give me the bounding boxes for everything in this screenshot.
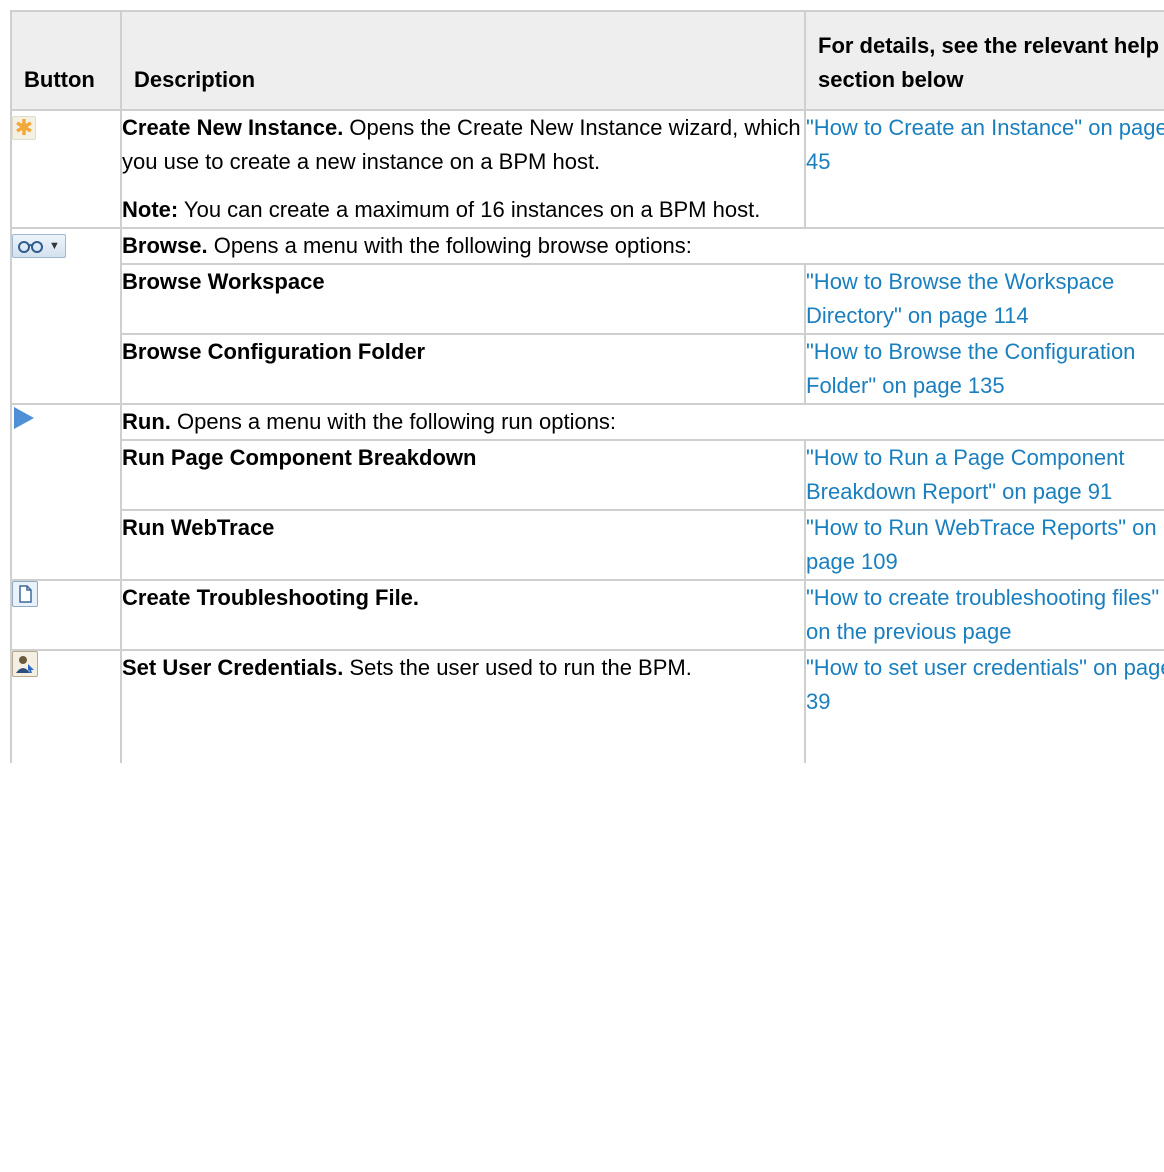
description-cell: Run. Opens a menu with the following run… [120, 403, 1164, 441]
link-browse-configuration[interactable]: "How to Browse the Configuration Folder"… [806, 339, 1135, 398]
table-row-run-breakdown: Run Page Component Breakdown "How to Run… [11, 439, 1164, 511]
table-row-run: Run. Opens a menu with the following run… [10, 403, 1164, 581]
table-row-troubleshooting: Create Troubleshooting File. "How to cre… [10, 579, 1164, 651]
table-row-browse-workspace: Browse Workspace "How to Browse the Work… [11, 263, 1164, 335]
button-cell [10, 579, 122, 651]
option-label: Run Page Component Breakdown [120, 439, 806, 511]
header-button: Button [10, 10, 122, 111]
note-text: You can create a maximum of 16 instances… [178, 197, 761, 222]
link-troubleshooting[interactable]: "How to create troubleshooting files" on… [806, 585, 1159, 644]
credentials-title: Set User Credentials. [122, 655, 344, 680]
details-cell: "How to Create an Instance" on page 45 [804, 109, 1164, 229]
troubleshooting-title: Create Troubleshooting File. [120, 579, 806, 651]
run-icon[interactable] [14, 407, 34, 429]
create-instance-note: Note: You can create a maximum of 16 ins… [122, 193, 804, 227]
troubleshooting-file-icon[interactable] [12, 581, 38, 607]
option-label: Browse Configuration Folder [120, 333, 806, 405]
link-run-webtrace[interactable]: "How to Run WebTrace Reports" on page 10… [806, 515, 1157, 574]
description-cell: Create New Instance. Opens the Create Ne… [120, 109, 806, 229]
user-credentials-icon[interactable] [12, 651, 38, 677]
description-cell: Set User Credentials. Sets the user used… [120, 649, 806, 763]
details-cell: "How to create troubleshooting files" on… [804, 579, 1164, 651]
header-details: For details, see the relevant help secti… [804, 10, 1164, 111]
table-row-browse: ▼ Browse. Opens a menu with the followin… [10, 227, 1164, 405]
details-cell: "How to Run WebTrace Reports" on page 10… [804, 509, 1164, 581]
details-cell: "How to set user credentials" on page 39 [804, 649, 1164, 763]
details-cell: "How to Browse the Configuration Folder"… [804, 333, 1164, 405]
button-cell [10, 649, 122, 763]
create-instance-description: Create New Instance. Opens the Create Ne… [122, 111, 804, 179]
link-create-instance[interactable]: "How to Create an Instance" on page 45 [806, 115, 1164, 174]
run-title: Run. [122, 409, 171, 434]
create-instance-icon[interactable]: ✱ [12, 116, 36, 140]
user-icon [16, 656, 34, 673]
table-header-row: Button Description For details, see the … [10, 10, 1164, 111]
option-label: Browse Workspace [120, 263, 806, 335]
button-cell: ▼ [10, 227, 122, 405]
link-browse-workspace[interactable]: "How to Browse the Workspace Directory" … [806, 269, 1114, 328]
description-cell: Browse. Opens a menu with the following … [120, 227, 1164, 265]
button-cell: ✱ [10, 109, 122, 229]
details-cell: "How to Run a Page Component Breakdown R… [804, 439, 1164, 511]
table-row-create-instance: ✱ Create New Instance. Opens the Create … [10, 109, 1164, 229]
browse-icon[interactable]: ▼ [12, 234, 66, 258]
button-cell [10, 403, 122, 581]
chevron-down-icon[interactable]: ▼ [49, 229, 60, 263]
table-row-credentials: Set User Credentials. Sets the user used… [10, 649, 1164, 763]
table-row-run-webtrace: Run WebTrace "How to Run WebTrace Report… [11, 509, 1164, 581]
link-credentials[interactable]: "How to set user credentials" on page 39 [806, 655, 1164, 714]
link-run-breakdown[interactable]: "How to Run a Page Component Breakdown R… [806, 445, 1124, 504]
table-row-browse-configuration: Browse Configuration Folder "How to Brow… [11, 333, 1164, 405]
run-text: Opens a menu with the following run opti… [170, 409, 617, 434]
browse-title: Browse. [122, 233, 208, 258]
help-table: Button Description For details, see the … [10, 10, 1164, 763]
create-instance-title: Create New Instance. [122, 115, 344, 140]
credentials-text: Sets the user used to run the BPM. [343, 655, 692, 680]
glasses-icon [18, 241, 43, 253]
document-icon [19, 585, 32, 603]
details-cell: "How to Browse the Workspace Directory" … [804, 263, 1164, 335]
header-description: Description [120, 10, 806, 111]
browse-text: Opens a menu with the following browse o… [207, 233, 692, 258]
option-label: Run WebTrace [120, 509, 806, 581]
note-label: Note: [122, 197, 179, 222]
